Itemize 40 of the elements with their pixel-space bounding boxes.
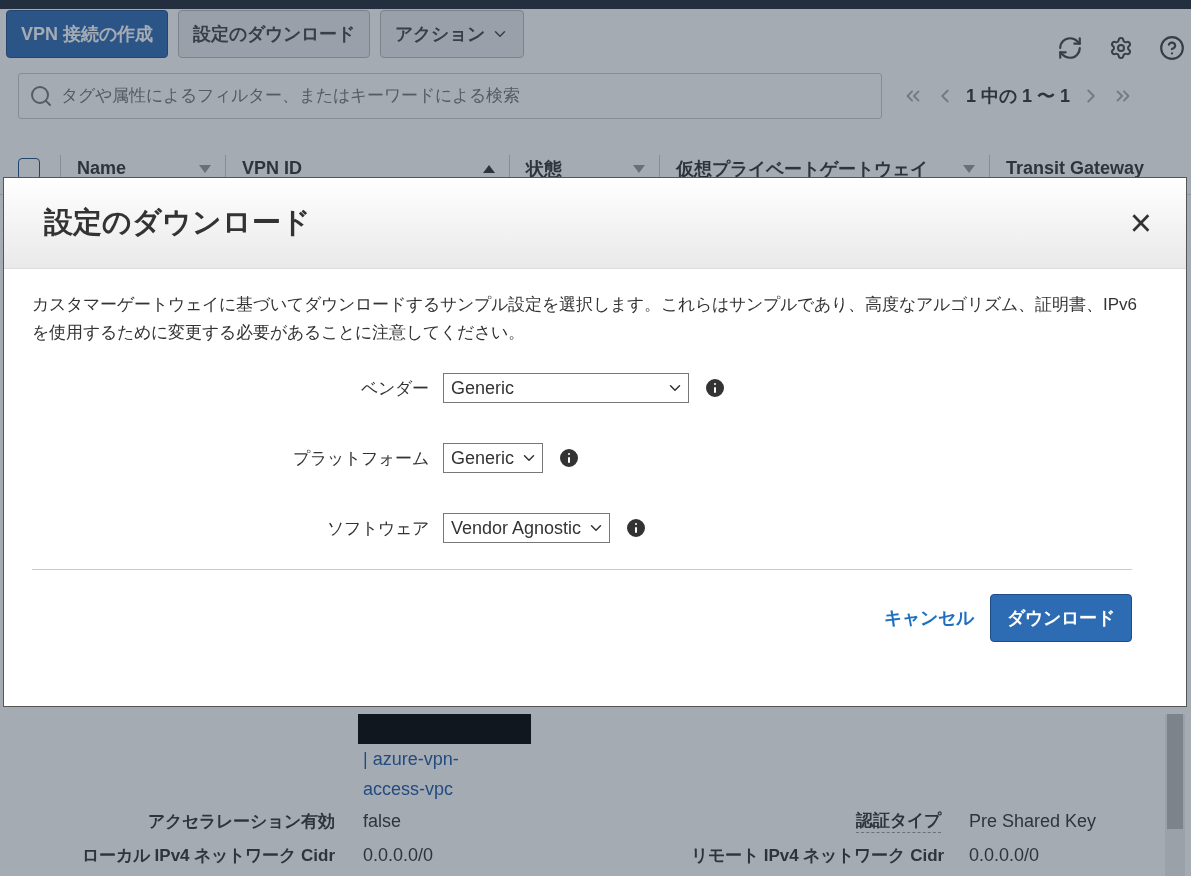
detail-label: ローカル IPv4 ネットワーク Cidr bbox=[80, 844, 335, 867]
vpc-link[interactable]: | azure-vpn- bbox=[363, 744, 1191, 774]
detail-label: アクセラレーション有効 bbox=[147, 810, 335, 833]
dialog-description: カスタマーゲートウェイに基づいてダウンロードするサンプル設定を選択します。これらはサンプルであり、高度なアルゴリズム、証明書、IPv6 を使用するために変更する必要があることに注意してください。 bbox=[32, 294, 1139, 344]
toolbar-button[interactable]: VPN 接続の作成 bbox=[6, 10, 168, 58]
detail-label: 認証タイプ bbox=[856, 809, 941, 833]
refresh-icon[interactable] bbox=[1057, 35, 1083, 61]
settings-icon[interactable] bbox=[1109, 36, 1133, 60]
column-header[interactable]: VPN ID bbox=[242, 158, 302, 179]
field-label: プラットフォーム bbox=[292, 447, 429, 470]
column-header[interactable]: 状態 bbox=[526, 156, 562, 181]
actions-menu-button[interactable]: アクション bbox=[380, 10, 524, 58]
detail-value: false bbox=[363, 810, 403, 832]
close-button[interactable]: × bbox=[1123, 201, 1158, 245]
column-header[interactable]: Transit Gateway bbox=[1006, 158, 1145, 179]
search-icon bbox=[29, 84, 53, 108]
help-icon[interactable] bbox=[1159, 35, 1185, 61]
select-field[interactable]: Vendor Agnostic bbox=[443, 513, 611, 543]
vpc-link[interactable]: access-vpc bbox=[363, 774, 1191, 804]
detail-value: 0.0.0.0/0 bbox=[363, 844, 435, 866]
detail-value: Pre Shared Key bbox=[969, 810, 1098, 832]
field-label: ソフトウェア bbox=[326, 517, 429, 540]
sort-icon bbox=[199, 164, 211, 173]
field-label: ベンダー bbox=[360, 377, 429, 400]
sort-icon bbox=[963, 164, 975, 173]
info-icon[interactable] bbox=[703, 376, 727, 400]
select-field[interactable]: Generic bbox=[443, 443, 544, 473]
page-count: 1 中の 1 〜 1 bbox=[966, 85, 1071, 108]
cancel-link[interactable]: キャンセル bbox=[884, 606, 974, 630]
select-field[interactable]: Generic bbox=[443, 373, 689, 403]
dialog-title: 設定のダウンロード bbox=[44, 205, 311, 240]
scrollbar[interactable] bbox=[1165, 714, 1185, 876]
sort-ascending-icon bbox=[483, 164, 495, 173]
sort-icon bbox=[633, 164, 645, 173]
select-all-checkbox[interactable] bbox=[18, 157, 40, 180]
search-field[interactable]: タグや属性によるフィルター、またはキーワードによる検索 bbox=[18, 73, 882, 119]
detail-value: 0.0.0.0/0 bbox=[969, 844, 1041, 866]
column-header[interactable]: Name bbox=[77, 158, 127, 179]
toolbar-button[interactable]: 設定のダウンロード bbox=[178, 10, 370, 58]
download-button[interactable]: ダウンロード bbox=[990, 594, 1132, 642]
